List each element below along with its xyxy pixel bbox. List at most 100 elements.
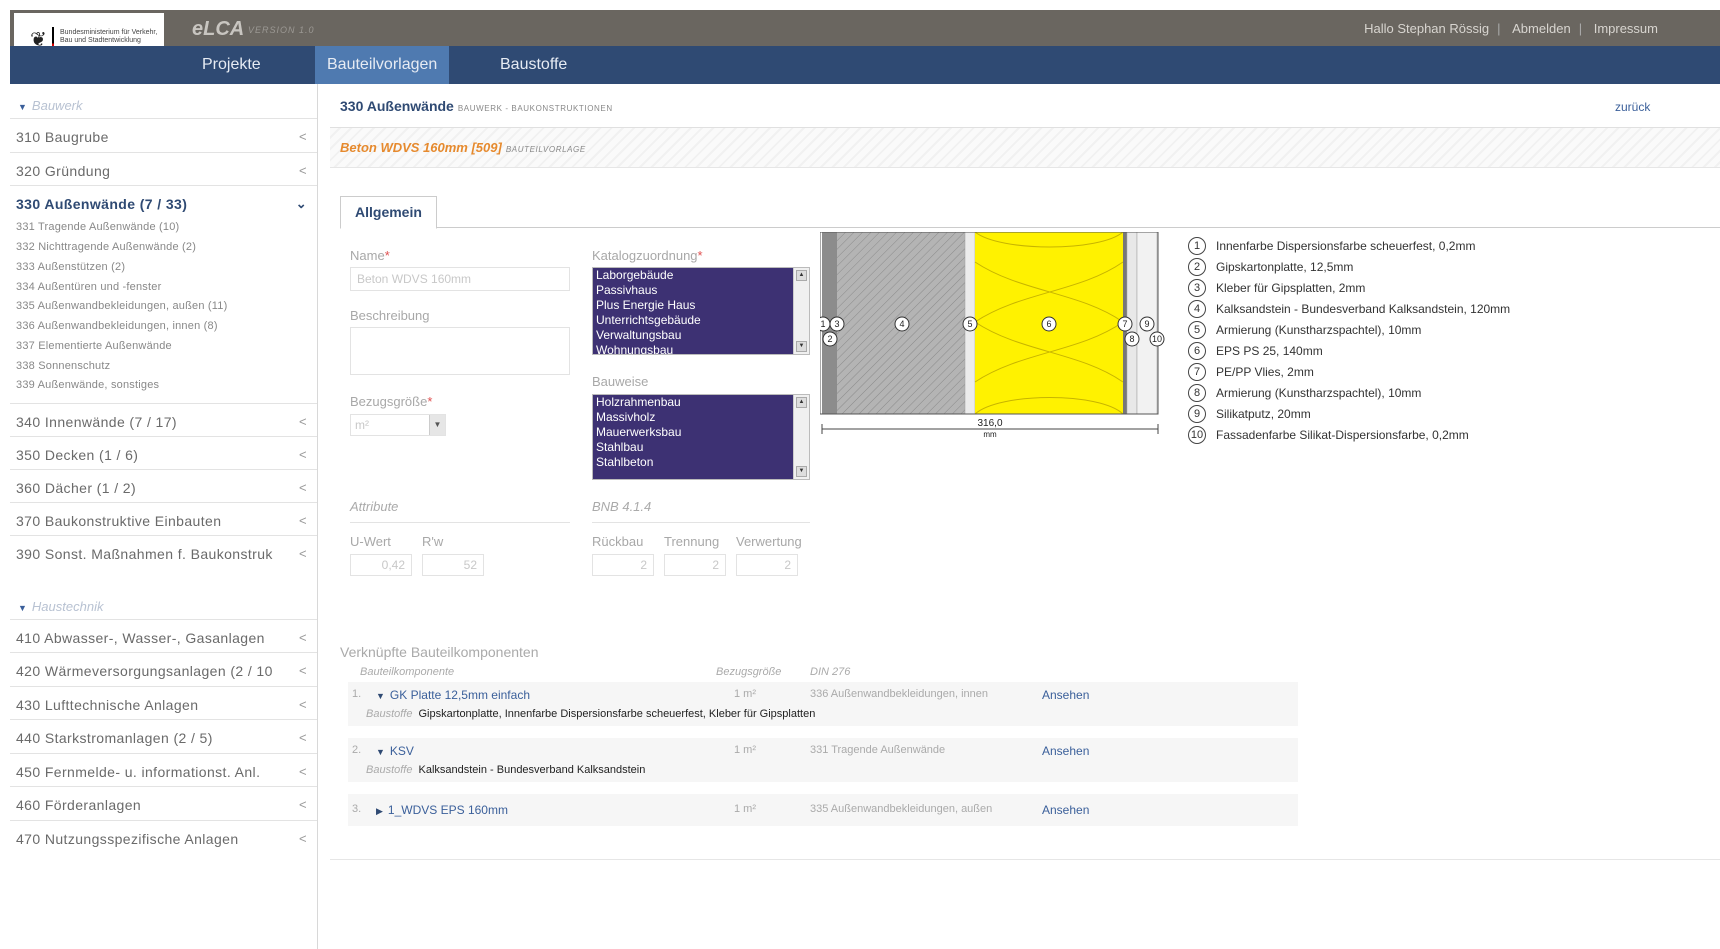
legend-row: 4 Kalksandstein - Bundesverband Kalksands… <box>1188 299 1510 320</box>
catalog-scrollbar[interactable]: ▲ ▼ <box>793 268 809 354</box>
unit-label: Bezugsgröße* <box>350 394 433 409</box>
sidebar-item[interactable]: 320 Gründung < <box>10 152 317 188</box>
legend-row: 6 EPS PS 25, 140mm <box>1188 341 1510 362</box>
app-version: VERSION 1.0 <box>248 25 315 35</box>
component-name[interactable]: ▼ KSV <box>376 744 414 758</box>
catalog-listbox[interactable]: Laborgebäude Passivhaus Plus Energie Hau… <box>592 267 810 355</box>
rw-input[interactable]: 52 <box>422 554 484 576</box>
sidebar-item[interactable]: 370 Baukonstruktive Einbauten < <box>10 502 317 538</box>
sidebar-subitem[interactable]: 335 Außenwandbekleidungen, außen (11) <box>16 300 227 312</box>
callout-label: 9 <box>1144 319 1149 329</box>
legend-row: 3 Kleber für Gipsplatten, 2mm <box>1188 278 1510 299</box>
template-subtitle: BAUTEILVORLAGE <box>505 145 586 154</box>
verwertung-input[interactable]: 2 <box>736 554 798 576</box>
catalog-option[interactable]: Laborgebäude <box>593 268 809 283</box>
tab-strip: Allgemein <box>340 196 1720 229</box>
scroll-up-icon[interactable]: ▲ <box>796 397 807 408</box>
rueckbau-input[interactable]: 2 <box>592 554 654 576</box>
description-textarea[interactable] <box>350 327 570 375</box>
name-input[interactable]: Beton WDVS 160mm <box>350 267 570 291</box>
sidebar-subitem[interactable]: 332 Nichttragende Außenwände (2) <box>16 241 196 253</box>
construction-option[interactable]: Stahlbeton <box>593 455 809 470</box>
construction-option[interactable]: Massivholz <box>593 410 809 425</box>
page-title: 330 Außenwände BAUWERK - BAUKONSTRUKTIONE… <box>340 98 613 114</box>
view-link[interactable]: Ansehen <box>1042 744 1089 758</box>
nav-baustoffe[interactable]: Baustoffe <box>488 46 579 84</box>
catalog-option[interactable]: Plus Energie Haus <box>593 298 809 313</box>
component-name[interactable]: ▼ GK Platte 12,5mm einfach <box>376 688 530 702</box>
uwert-input[interactable]: 0,42 <box>350 554 412 576</box>
legend-row: 1 Innenfarbe Dispersionsfarbe scheuerfest… <box>1188 236 1510 257</box>
sidebar-subitem[interactable]: 339 Außenwände, sonstiges <box>16 379 159 391</box>
dropdown-arrow-icon: ▼ <box>429 415 445 435</box>
component-name[interactable]: ▶ 1_WDVS EPS 160mm <box>376 803 508 817</box>
construction-option[interactable]: Mauerwerksbau <box>593 425 809 440</box>
legend-row: 7 PE/PP Vlies, 2mm <box>1188 362 1510 383</box>
callout-label: 2 <box>827 334 832 344</box>
app-title: eLCA <box>192 18 245 40</box>
sidebar-item[interactable]: 350 Decken (1 / 6) < <box>10 436 317 472</box>
main-content: 330 Außenwände BAUWERK - BAUKONSTRUKTIONE… <box>330 84 1720 949</box>
chevron-left-icon: < <box>299 546 307 561</box>
col-header-unit: Bezugsgröße <box>716 666 782 678</box>
chevron-left-icon: < <box>299 480 307 495</box>
name-label: Name* <box>350 248 390 263</box>
nav-bauteilvorlagen[interactable]: Bauteilvorlagen <box>315 46 450 84</box>
catalog-option[interactable]: Wohnungsbau <box>593 343 809 354</box>
sidebar-item[interactable]: 430 Lufttechnische Anlagen < <box>10 686 317 722</box>
sidebar-subitem[interactable]: 334 Außentüren und -fenster <box>16 281 161 293</box>
triangle-down-icon: ▼ <box>376 691 385 701</box>
chevron-left-icon: < <box>299 831 307 846</box>
sidebar-subitem[interactable]: 338 Sonnenschutz <box>16 360 110 372</box>
sidebar-item-active[interactable]: 330 Außenwände (7 / 33) ⌄ <box>10 185 317 221</box>
rueckbau-label: Rückbau <box>592 534 644 549</box>
sidebar-subitem[interactable]: 336 Außenwandbekleidungen, innen (8) <box>16 320 218 332</box>
sidebar-section-bauwerk[interactable]: ▼ Bauwerk <box>18 98 83 113</box>
tab-allgemein[interactable]: Allgemein <box>340 196 437 229</box>
construction-option[interactable]: Holzrahmenbau <box>593 395 809 410</box>
view-link[interactable]: Ansehen <box>1042 688 1089 702</box>
sidebar-item[interactable]: 470 Nutzungsspezifische Anlagen < <box>10 820 317 856</box>
template-title: Beton WDVS 160mm [509] BAUTEILVORLAGE <box>340 140 586 155</box>
sidebar-item[interactable]: 460 Förderanlagen < <box>10 786 317 822</box>
logout-link[interactable]: Abmelden <box>1512 21 1571 36</box>
catalog-option[interactable]: Verwaltungsbau <box>593 328 809 343</box>
scroll-up-icon[interactable]: ▲ <box>796 270 807 281</box>
sidebar-item[interactable]: 440 Starkstromanlagen (2 / 5) < <box>10 719 317 755</box>
catalog-option[interactable]: Unterrichtsgebäude <box>593 313 809 328</box>
dimension-value: 316,0 <box>977 418 1002 429</box>
sidebar-item[interactable]: 310 Baugrube < <box>10 118 317 154</box>
chevron-left-icon: < <box>299 129 307 144</box>
sidebar-subitem[interactable]: 337 Elementierte Außenwände <box>16 340 172 352</box>
construction-listbox[interactable]: Holzrahmenbau Massivholz Mauerwerksbau S… <box>592 394 810 480</box>
imprint-link[interactable]: Impressum <box>1594 21 1658 36</box>
breadcrumb: 330 Außenwände BAUWERK - BAUKONSTRUKTIONE… <box>330 84 1720 128</box>
scroll-down-icon[interactable]: ▼ <box>796 341 807 352</box>
sidebar-subitem[interactable]: 333 Außenstützen (2) <box>16 261 125 273</box>
sidebar-item[interactable]: 390 Sonst. Maßnahmen f. Baukonstruk < <box>10 535 317 571</box>
catalog-label: Katalogzuordnung* <box>592 248 703 263</box>
nav-projekte[interactable]: Projekte <box>190 46 273 84</box>
catalog-option[interactable]: Passivhaus <box>593 283 809 298</box>
chevron-left-icon: < <box>299 414 307 429</box>
chevron-left-icon: < <box>299 697 307 712</box>
sidebar-item[interactable]: 340 Innenwände (7 / 17) < <box>10 403 317 439</box>
unit-select[interactable]: m² ▼ <box>350 414 446 436</box>
view-link[interactable]: Ansehen <box>1042 803 1089 817</box>
sidebar-section-haustechnik[interactable]: ▼ Haustechnik <box>18 599 103 614</box>
callout-label: 7 <box>1122 319 1127 329</box>
chevron-left-icon: < <box>299 513 307 528</box>
legend-row: 2 Gipskartonplatte, 12,5mm <box>1188 257 1510 278</box>
back-link[interactable]: zurück <box>1615 100 1650 114</box>
sidebar-item[interactable]: 410 Abwasser-, Wasser-, Gasanlagen < <box>10 619 317 655</box>
component-materials: Baustoffe Kalksandstein - Bundesverband K… <box>366 764 646 776</box>
sidebar: ▼ Bauwerk 310 Baugrube < 320 Gründung < 330… <box>10 84 318 949</box>
sidebar-item[interactable]: 420 Wärmeversorgungsanlagen (2 / 10 < <box>10 652 317 688</box>
sidebar-item[interactable]: 450 Fernmelde- u. informationst. Anl. < <box>10 753 317 789</box>
sidebar-item[interactable]: 360 Dächer (1 / 2) < <box>10 469 317 505</box>
trennung-input[interactable]: 2 <box>664 554 726 576</box>
construction-scrollbar[interactable]: ▲ ▼ <box>793 395 809 479</box>
sidebar-subitem[interactable]: 331 Tragende Außenwände (10) <box>16 221 179 233</box>
construction-option[interactable]: Stahlbau <box>593 440 809 455</box>
scroll-down-icon[interactable]: ▼ <box>796 466 807 477</box>
